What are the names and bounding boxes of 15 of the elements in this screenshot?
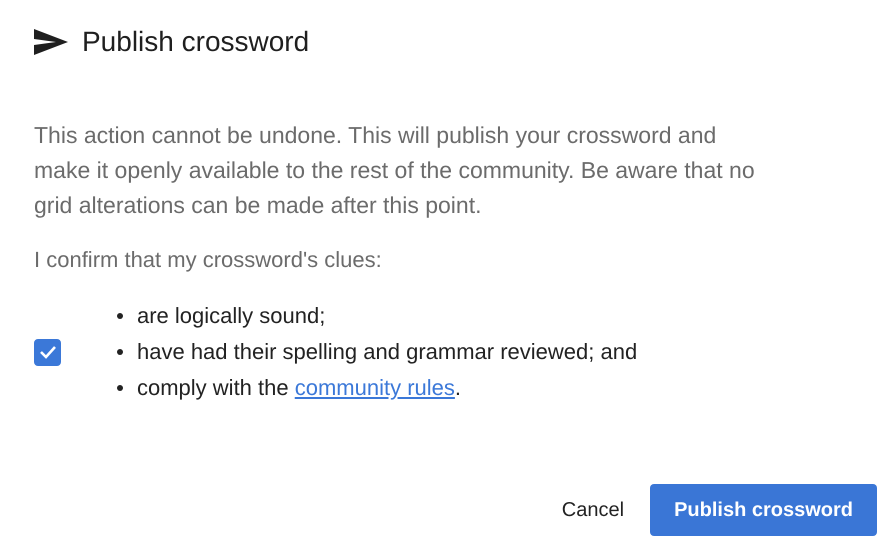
clue-requirement: have had their spelling and grammar reviewed; and (137, 339, 638, 365)
bullet-icon (117, 313, 123, 319)
community-rules-link[interactable]: community rules (294, 375, 455, 400)
bullet-icon (117, 385, 123, 391)
clue-requirement: comply with the community rules. (137, 375, 462, 401)
confirm-checkbox[interactable] (34, 338, 61, 366)
publish-button[interactable]: Publish crossword (650, 484, 877, 536)
send-icon (34, 29, 68, 55)
cancel-button[interactable]: Cancel (562, 484, 624, 536)
clue-requirement: are logically sound; (137, 303, 326, 329)
dialog-title: Publish crossword (82, 26, 310, 58)
checkmark-icon (38, 345, 56, 359)
bullet-icon (117, 349, 123, 355)
confirm-label: I confirm that my crossword's clues: (34, 247, 383, 273)
warning-text: This action cannot be undone. This will publish your crossword and make it openly available to the rest of the community. Be aware that no grid alterations can be made after this point. (34, 121, 756, 220)
